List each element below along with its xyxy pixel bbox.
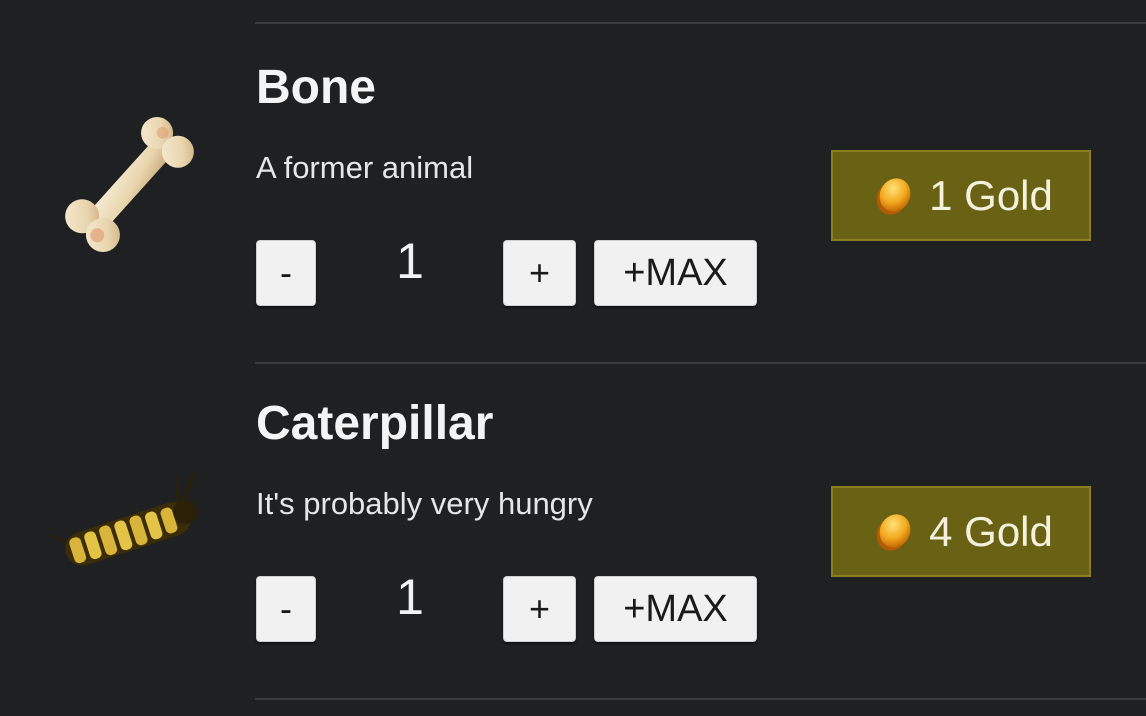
shop-list: Bone A former animal - 1 + +MAX 1 Gold C… (0, 0, 1146, 716)
shop-item-caterpillar: Caterpillar It's probably very hungry - … (0, 360, 1146, 698)
item-name: Caterpillar (256, 397, 494, 450)
shop-item-bone: Bone A former animal - 1 + +MAX 1 Gold (0, 24, 1146, 362)
decrease-quantity-button[interactable]: - (256, 240, 316, 306)
increase-quantity-button[interactable]: + (503, 240, 576, 306)
caterpillar-icon (40, 440, 220, 620)
buy-price-button[interactable]: 1 Gold (831, 150, 1091, 241)
gold-coin-icon (876, 177, 911, 215)
gold-coin-icon (876, 513, 911, 551)
divider (255, 698, 1146, 700)
quantity-value: 1 (396, 233, 424, 289)
price-label: 1 Gold (929, 171, 1053, 219)
increase-quantity-button[interactable]: + (503, 576, 576, 642)
price-label: 4 Gold (929, 507, 1053, 555)
buy-price-button[interactable]: 4 Gold (831, 486, 1091, 577)
decrease-quantity-button[interactable]: - (256, 576, 316, 642)
bone-icon (40, 94, 220, 274)
quantity-value: 1 (396, 569, 424, 625)
item-description: A former animal (256, 150, 474, 185)
item-name: Bone (256, 61, 376, 114)
item-description: It's probably very hungry (256, 486, 593, 521)
max-quantity-button[interactable]: +MAX (594, 576, 757, 642)
max-quantity-button[interactable]: +MAX (594, 240, 757, 306)
